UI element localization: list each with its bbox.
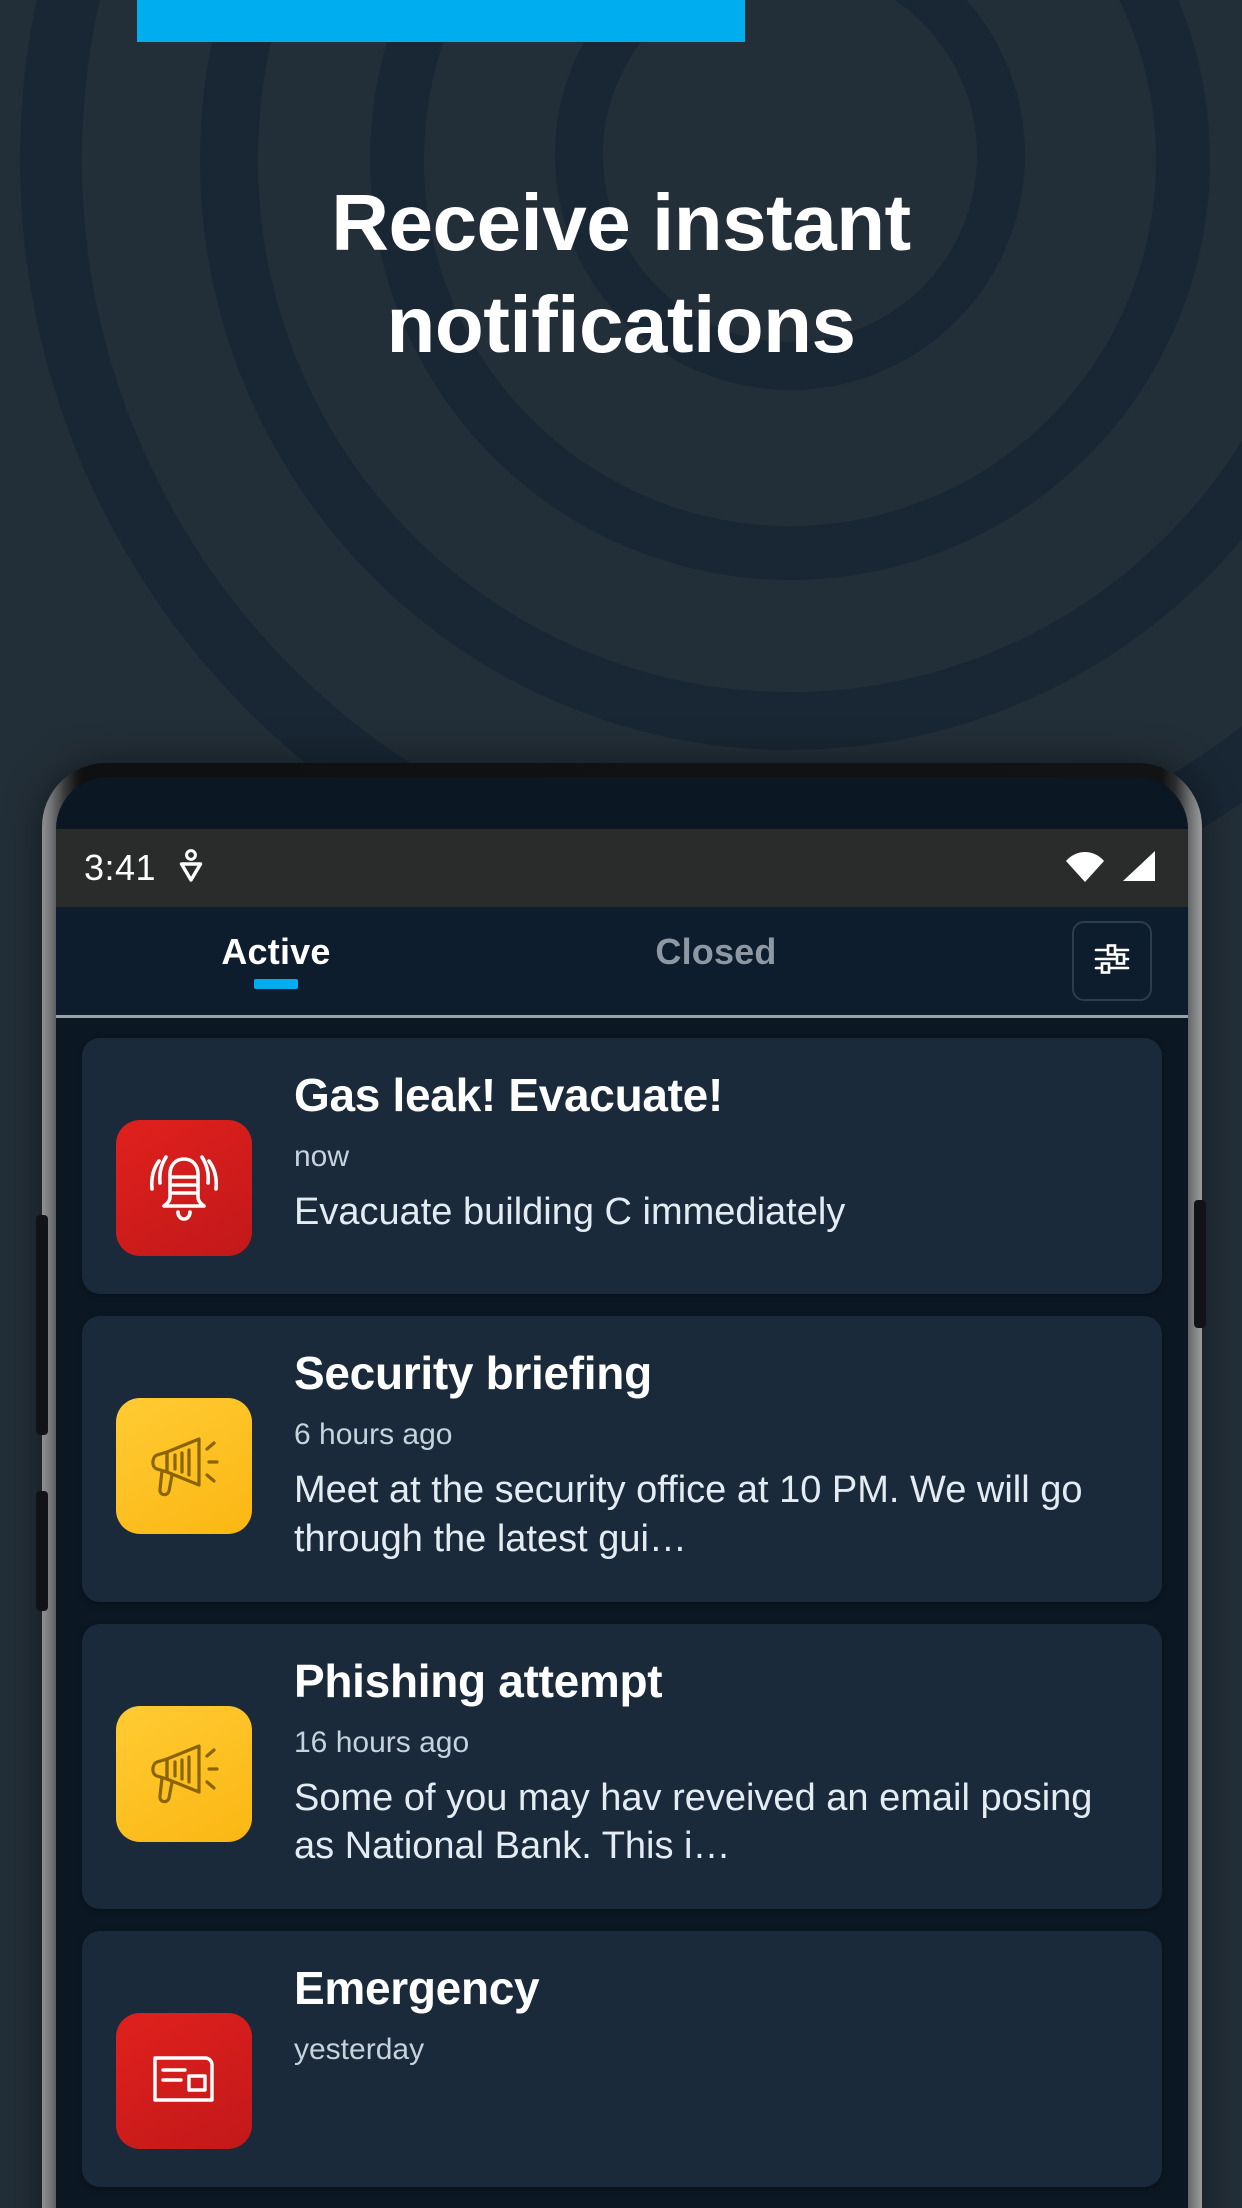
notification-text: Evacuate building C immediately <box>294 1191 846 1234</box>
notification-body: Gas leak! Evacuate! now Evacuate buildin… <box>252 1068 1128 1237</box>
tab-active-label: Active <box>221 931 331 972</box>
notification-card[interactable]: Emergency yesterday <box>82 1931 1162 2188</box>
tab-active[interactable]: Active <box>56 907 496 1015</box>
status-bar-indicators <box>1064 849 1158 888</box>
headline-line-2: notifications <box>386 280 856 370</box>
filter-button[interactable] <box>1072 921 1152 1001</box>
notification-card[interactable]: Gas leak! Evacuate! now Evacuate buildin… <box>82 1038 1162 1294</box>
notification-title: Security briefing <box>294 1347 652 1399</box>
notification-title: Gas leak! Evacuate! <box>294 1069 723 1121</box>
tab-closed-label: Closed <box>655 931 777 972</box>
top-accent-bar <box>137 0 745 42</box>
notification-text: Some of you may hav reveived an email po… <box>294 1776 1093 1868</box>
status-bar: 3:41 <box>56 829 1188 907</box>
volume-button[interactable] <box>36 1215 48 1435</box>
notification-card[interactable]: Security briefing 6 hours ago Meet at th… <box>82 1316 1162 1602</box>
cellular-signal-icon <box>1120 849 1158 888</box>
headline-line-1: Receive instant <box>331 178 911 267</box>
notification-time: 6 hours ago <box>294 1418 453 1452</box>
notification-icon <box>116 1120 252 1256</box>
tab-bar: Active Closed <box>56 907 1188 1015</box>
notification-body: Security briefing 6 hours ago Meet at th… <box>252 1346 1128 1564</box>
location-pin-icon <box>178 848 204 888</box>
phone-device-frame: 3:41 Active Closed Gas leak! Evacuate! n… <box>42 763 1202 2208</box>
power-button[interactable] <box>36 1491 48 1611</box>
notification-body: Emergency yesterday <box>252 1961 1128 2067</box>
tab-active-indicator <box>254 979 298 989</box>
promo-screenshot: Receive instant notifications 3:41 Activ… <box>0 0 1242 2208</box>
notification-list[interactable]: Gas leak! Evacuate! now Evacuate buildin… <box>56 1018 1188 2208</box>
notification-title: Emergency <box>294 1962 540 2015</box>
status-bar-clock: 3:41 <box>84 847 157 888</box>
notification-time: now <box>294 1140 350 1174</box>
notification-icon <box>116 1398 252 1534</box>
megaphone-icon <box>137 1417 231 1516</box>
notification-time: 16 hours ago <box>294 1725 470 1759</box>
notification-body: Phishing attempt 16 hours ago Some of yo… <box>252 1654 1128 1872</box>
promo-headline: Receive instant notifications <box>0 172 1242 377</box>
phone-screen: 3:41 Active Closed Gas leak! Evacuate! n… <box>56 777 1188 2208</box>
megaphone-icon <box>137 1724 231 1823</box>
news-document-icon <box>137 2032 231 2131</box>
side-button[interactable] <box>1194 1200 1206 1328</box>
ringing-bell-icon <box>137 1139 231 1238</box>
notification-time: yesterday <box>294 2033 425 2067</box>
tune-sliders-icon <box>1090 937 1134 986</box>
tab-closed[interactable]: Closed <box>496 907 936 1015</box>
notification-card[interactable]: Phishing attempt 16 hours ago Some of yo… <box>82 1623 1162 1910</box>
notification-icon <box>116 2013 252 2150</box>
notification-text: Meet at the security office at 10 PM. We… <box>294 1469 1083 1560</box>
notification-title: Phishing attempt <box>294 1654 663 1707</box>
wifi-icon <box>1064 849 1106 888</box>
notification-icon <box>116 1705 252 1842</box>
